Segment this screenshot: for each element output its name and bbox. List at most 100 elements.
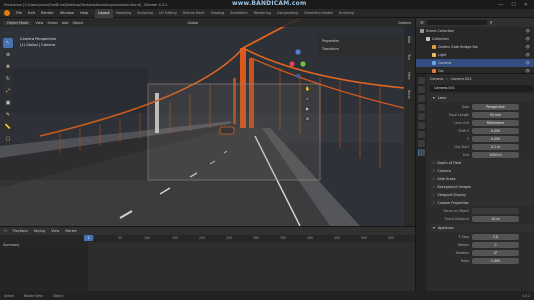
property-value-field[interactable]: 2.8 xyxy=(472,233,519,240)
timeline-editor-icon[interactable]: ⏱ xyxy=(4,229,7,233)
property-value-field[interactable]: 0.000 xyxy=(472,127,519,134)
view-layer-tab-icon[interactable] xyxy=(417,104,425,111)
output-tab-icon[interactable] xyxy=(417,95,425,102)
viewport-menu-object[interactable]: Object xyxy=(72,21,83,25)
object-tab-icon[interactable] xyxy=(417,131,425,138)
timeline-ruler[interactable]: 0 50 100 150 200 250 300 350 400 450 500… xyxy=(0,235,415,242)
tab-sculpting[interactable]: Sculpting xyxy=(134,9,156,18)
transform-tool[interactable]: ▣ xyxy=(3,98,13,108)
outliner-row[interactable]: Light 👁 xyxy=(416,51,534,59)
scene-tab-icon[interactable] xyxy=(417,113,425,120)
outliner-editor-icon[interactable]: ☰ xyxy=(420,20,424,25)
timeline-menu-marker[interactable]: Marker xyxy=(65,229,77,233)
timeline-menu-playback[interactable]: Playback xyxy=(13,229,28,233)
tab-geometry-nodes[interactable]: Geometry Nodes xyxy=(301,9,336,18)
property-value-field[interactable]: 0° xyxy=(472,249,519,256)
camera-view-icon[interactable]: ▶ xyxy=(304,105,311,112)
property-value-field[interactable] xyxy=(472,207,519,214)
cursor-tool[interactable]: ⊕ xyxy=(3,50,13,60)
select-box-tool[interactable]: ↖ xyxy=(3,38,13,48)
scale-tool[interactable]: ⤢ xyxy=(3,86,13,96)
frame-range-area[interactable] xyxy=(88,242,415,292)
visibility-eye-icon[interactable]: 👁 xyxy=(525,45,530,49)
menu-file[interactable]: File xyxy=(13,11,25,15)
transform-orientation-dropdown[interactable]: Global xyxy=(188,21,199,25)
outliner-row[interactable]: Golden Gate Bridge.fbx 👁 xyxy=(416,43,534,51)
pan-icon[interactable]: ✋ xyxy=(304,85,311,92)
sidebar-properties-label[interactable]: Properties xyxy=(322,37,398,45)
menu-window[interactable]: Window xyxy=(57,11,77,15)
property-value-field[interactable]: 0.1 m xyxy=(472,143,519,150)
property-value-field[interactable]: Perspective xyxy=(472,103,519,110)
grid-icon[interactable]: ⊞ xyxy=(304,115,311,122)
tab-texture-paint[interactable]: Texture Paint xyxy=(180,9,208,18)
filter-icon[interactable]: ⚲ xyxy=(490,20,493,25)
tab-compositing[interactable]: Compositing xyxy=(274,9,301,18)
tab-modeling[interactable]: Modeling xyxy=(113,9,134,18)
sidebar-tab-item[interactable]: Item xyxy=(404,36,411,54)
collapsed-panel-header[interactable]: › Safe Areas xyxy=(430,175,533,182)
property-value-field[interactable]: 0.000 xyxy=(472,135,519,142)
property-value-field[interactable]: 50 mm xyxy=(472,111,519,118)
property-value-field[interactable]: 1000 m xyxy=(472,151,519,158)
menu-render[interactable]: Render xyxy=(38,11,57,15)
sidebar-tab-bevel[interactable]: Bevel xyxy=(404,90,411,108)
viewport-menu-select[interactable]: Select xyxy=(47,21,57,25)
minimize-button[interactable]: — xyxy=(498,2,503,8)
tab-rendering[interactable]: Rendering xyxy=(251,9,274,18)
tab-scripting[interactable]: Scripting xyxy=(336,9,357,18)
collapsed-panel-header[interactable]: › Depth of Field xyxy=(430,159,533,166)
visibility-eye-icon[interactable]: 👁 xyxy=(525,53,530,57)
sidebar-tab-view[interactable]: View xyxy=(404,72,411,90)
menu-edit[interactable]: Edit xyxy=(25,11,38,15)
sidebar-tab-tool[interactable]: Tool xyxy=(404,54,411,72)
tab-animation[interactable]: Animation xyxy=(227,9,250,18)
outliner-search-input[interactable] xyxy=(426,20,487,25)
visibility-eye-icon[interactable]: 👁 xyxy=(525,37,530,41)
camera-data-name-field[interactable]: Camera.001 xyxy=(430,85,533,92)
outliner-row[interactable]: Collection 👁 xyxy=(416,35,534,43)
measure-tool[interactable]: 📏 xyxy=(3,122,13,132)
close-button[interactable]: ✕ xyxy=(524,2,528,8)
outliner-row[interactable]: Scene Collection 👁 xyxy=(416,27,534,35)
add-cube-tool[interactable]: ▢ xyxy=(3,134,13,144)
outliner-row[interactable]: Camera 👁 xyxy=(416,59,534,67)
collapsed-panel-header[interactable]: › Custom Properties xyxy=(430,199,533,206)
annotate-tool[interactable]: ✎ xyxy=(3,110,13,120)
3d-viewport[interactable]: Object Mode View Select Add Object Globa… xyxy=(0,18,415,226)
aperture-subsection-header[interactable]: ▾ Aperture xyxy=(430,224,533,232)
property-value-field[interactable]: 1.000 xyxy=(472,257,519,264)
world-tab-icon[interactable] xyxy=(417,122,425,129)
viewport-menu-view[interactable]: View xyxy=(35,21,43,25)
sidebar-transform-label[interactable]: Transform xyxy=(322,45,398,53)
tab-layout[interactable]: Layout xyxy=(95,8,113,18)
summary-channel[interactable]: Summary xyxy=(3,243,19,247)
visibility-eye-icon[interactable]: 👁 xyxy=(525,29,530,33)
collapsed-panel-header[interactable]: › Camera xyxy=(430,167,533,174)
move-tool[interactable]: ✥ xyxy=(3,62,13,72)
property-value-field[interactable]: 10 m xyxy=(472,215,519,222)
constraints-tab-icon[interactable] xyxy=(417,140,425,147)
tab-shading[interactable]: Shading xyxy=(208,9,228,18)
collapsed-panel-header[interactable]: › Viewport Display xyxy=(430,191,533,198)
menu-help[interactable]: Help xyxy=(77,11,91,15)
property-value-field[interactable]: 0 xyxy=(472,241,519,248)
camera-data-tab-icon[interactable] xyxy=(417,149,425,156)
timeline-menu-keying[interactable]: Keying xyxy=(34,229,45,233)
tab-uv-editing[interactable]: UV Editing xyxy=(156,9,180,18)
navigation-gizmo[interactable] xyxy=(288,46,308,86)
blender-logo-icon[interactable] xyxy=(4,10,10,16)
rotate-tool[interactable]: ↻ xyxy=(3,74,13,84)
options-dropdown[interactable]: Options xyxy=(398,21,411,25)
collapsed-panel-header[interactable]: › Background Images xyxy=(430,183,533,190)
tool-tab-icon[interactable] xyxy=(417,77,425,84)
maximize-button[interactable]: ☐ xyxy=(511,2,515,8)
visibility-eye-icon[interactable]: 👁 xyxy=(525,61,530,65)
lens-section-header[interactable]: ▾ Lens xyxy=(430,94,533,102)
timeline-menu-view[interactable]: View xyxy=(51,229,59,233)
current-frame-indicator[interactable]: 1 xyxy=(84,235,93,241)
render-tab-icon[interactable] xyxy=(417,86,425,93)
viewport-menu-add[interactable]: Add xyxy=(62,21,69,25)
mode-dropdown[interactable]: Object Mode xyxy=(4,20,32,25)
property-value-field[interactable]: Millimeters xyxy=(472,119,519,126)
